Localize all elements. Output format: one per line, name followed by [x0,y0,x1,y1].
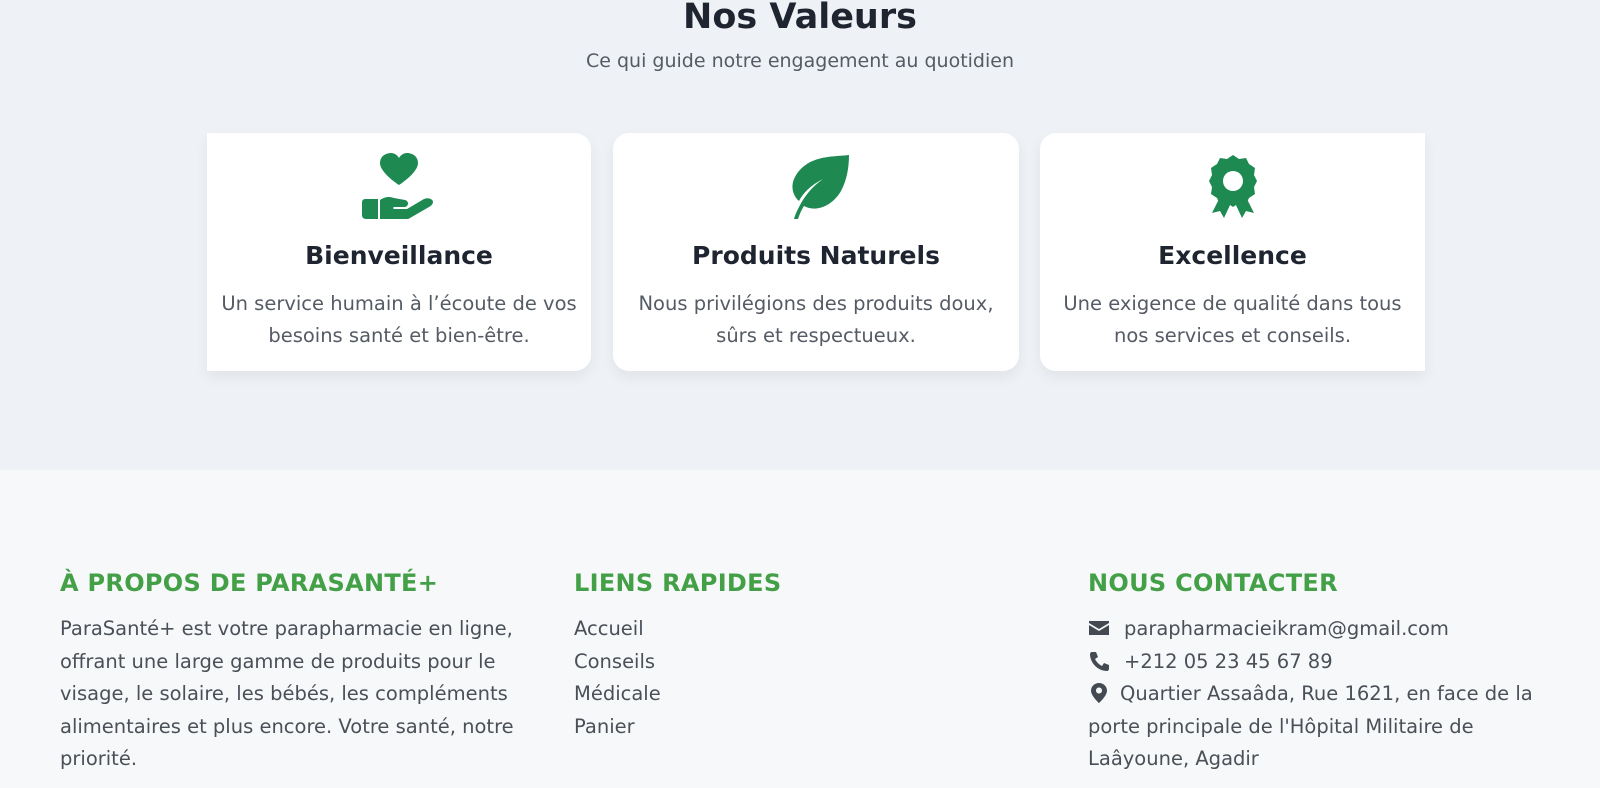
site-footer: À PROPOS DE PARASANTÉ+ ParaSanté+ est vo… [0,470,1600,788]
hand-heart-icon [207,153,591,219]
map-marker-icon [1088,681,1107,703]
values-subtitle: Ce qui guide notre engagement au quotidi… [586,50,1014,72]
contact-phone[interactable]: +212 05 23 45 67 89 [1124,650,1333,673]
footer-contact-heading: NOUS CONTACTER [1088,569,1338,597]
footer-link-panier[interactable]: Panier [574,711,994,744]
footer-about: À PROPOS DE PARASANTÉ+ ParaSanté+ est vo… [60,567,520,776]
value-card-bienveillance: Bienveillance Un service humain à l’écou… [207,133,591,371]
contact-phone-row: +212 05 23 45 67 89 [1088,646,1568,679]
leaf-icon [613,153,1019,219]
contact-email-row: parapharmacieikram@gmail.com [1088,613,1568,646]
value-card-description: Un service humain à l’écoute de vos beso… [221,292,577,347]
values-title: Nos Valeurs [683,0,917,37]
phone-icon [1088,649,1112,671]
footer-about-text: ParaSanté+ est votre parapharmacie en li… [60,617,514,770]
footer-contact: NOUS CONTACTER parapharmacieikram@gmail.… [1088,567,1568,776]
contact-email[interactable]: parapharmacieikram@gmail.com [1124,617,1449,640]
envelope-icon [1088,616,1112,636]
footer-link-list: Accueil Conseils Médicale Panier [574,613,994,743]
footer-link-medicale[interactable]: Médicale [574,678,994,711]
footer-link-conseils[interactable]: Conseils [574,646,994,679]
value-card-title: Produits Naturels [692,241,940,270]
footer-link-accueil[interactable]: Accueil [574,613,994,646]
footer-links-heading: LIENS RAPIDES [574,569,782,597]
value-card-description: Une exigence de qualité dans tous nos se… [1063,292,1402,347]
values-section: Nos Valeurs Ce qui guide notre engagemen… [0,0,1600,470]
value-card-excellence: Excellence Une exigence de qualité dans … [1040,133,1425,371]
value-card-produits-naturels: Produits Naturels Nous privilégions des … [613,133,1019,371]
footer-quick-links: LIENS RAPIDES Accueil Conseils Médicale … [574,567,994,743]
contact-address-row: Quartier Assaâda, Rue 1621, en face de l… [1088,678,1568,776]
contact-address: Quartier Assaâda, Rue 1621, en face de l… [1088,682,1533,770]
footer-about-heading: À PROPOS DE PARASANTÉ+ [60,569,439,597]
value-card-description: Nous privilégions des produits doux, sûr… [638,292,994,347]
award-icon [1040,153,1425,219]
value-card-title: Excellence [1158,241,1307,270]
value-card-title: Bienveillance [305,241,493,270]
